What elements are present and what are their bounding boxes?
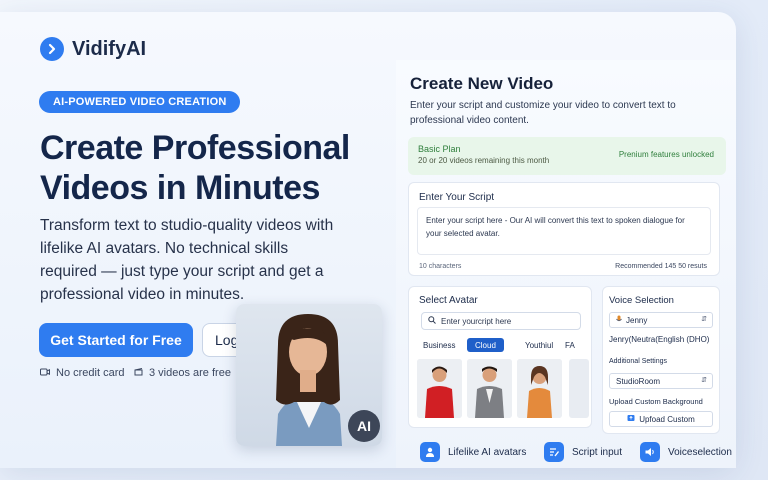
- recommended-length: Recommended 145 50 resuts: [615, 263, 707, 270]
- panel-title: Create New Video: [410, 74, 554, 93]
- script-label: Enter Your Script: [419, 192, 495, 203]
- voice-label: Voice Selection: [609, 295, 674, 306]
- avatar-selection: Select Avatar Enter yourcript here Busin…: [408, 286, 592, 428]
- ai-badge: AI: [348, 410, 380, 442]
- upload-label: Upload Custom Background: [609, 397, 703, 406]
- voice-dropdown[interactable]: Jenny ⇵: [609, 312, 713, 328]
- brand-name: VidifyAI: [72, 37, 147, 60]
- perk-label: 3 videos are free: [149, 367, 231, 379]
- feature-label: Lifelike AI avatars: [448, 446, 527, 458]
- search-icon: [428, 316, 436, 326]
- tab-youthful[interactable]: Youthiul: [525, 338, 553, 352]
- tab-more[interactable]: FA: [565, 338, 575, 352]
- perk-label: No credit card: [56, 367, 125, 379]
- character-count: 10 characters: [419, 263, 462, 270]
- hero-description: Transform text to studio-quality videos …: [40, 217, 334, 303]
- plan-banner: Basic Plan 20 or 20 videos remaining thi…: [408, 137, 726, 175]
- script-textarea[interactable]: Enter your script here - Our AI will con…: [417, 207, 711, 255]
- tab-cloud[interactable]: Cloud: [467, 338, 504, 352]
- avatar-label: Select Avatar: [419, 295, 478, 306]
- feature-label: Voiceselection: [668, 446, 732, 458]
- avatar-thumbnail[interactable]: [569, 359, 589, 418]
- upload-button[interactable]: Upfoad Custom: [609, 411, 713, 427]
- play-chevron-icon: [40, 37, 64, 61]
- avatar-thumbnail[interactable]: [467, 359, 512, 418]
- person-icon: [420, 442, 440, 462]
- perk-no-credit-card: No credit card: [40, 367, 124, 379]
- plan-name: Basic Plan: [418, 144, 461, 154]
- settings-label: Additional Settings: [609, 358, 667, 365]
- background-dropdown[interactable]: StudioRoom ⇵: [609, 373, 713, 389]
- speaker-icon: [640, 442, 660, 462]
- avatar-thumbnail[interactable]: [417, 359, 462, 418]
- feature-avatars: Lifelike AI avatars: [420, 442, 526, 462]
- perk-free-videos: 3 videos are free: [134, 367, 231, 379]
- premium-status: Prenium features unlocked: [618, 150, 714, 159]
- avatar-thumbnail[interactable]: [517, 359, 562, 418]
- voice-description: Jenry(Neutra(English (DHO): [609, 335, 710, 344]
- background-selected: StudioRoom: [616, 376, 661, 386]
- feature-script: Script input: [544, 442, 622, 462]
- panel-subtitle: Enter your script and customize your vid…: [410, 100, 676, 126]
- voice-selection: Voice Selection Jenny ⇵ Jenry(Neutra(Eng…: [602, 286, 720, 434]
- upload-icon: [627, 414, 635, 424]
- get-started-button[interactable]: Get Started for Free: [39, 323, 193, 357]
- voice-selected: Jenny: [626, 315, 648, 325]
- feature-voice: Voiceselection: [640, 442, 732, 462]
- create-video-panel: Create New Video Enter your script and c…: [396, 60, 736, 468]
- upload-button-label: Upfoad Custom: [639, 414, 695, 424]
- feature-label: Script input: [572, 446, 623, 458]
- chevron-updown-icon: ⇵: [701, 377, 707, 384]
- text-icon: [544, 442, 564, 462]
- camera-icon: [40, 367, 50, 379]
- brand-logo[interactable]: VidifyAI: [40, 37, 146, 61]
- chevron-updown-icon: ⇵: [701, 316, 707, 323]
- tab-business[interactable]: Business: [423, 338, 455, 352]
- hero-title: Create Professional Videos in Minutes: [40, 129, 350, 207]
- mic-icon: [616, 315, 622, 325]
- hero-badge: AI-POWERED VIDEO CREATION: [39, 91, 241, 113]
- avatar-search-input[interactable]: Enter yourcript here: [421, 312, 581, 330]
- search-placeholder: Enter yourcript here: [441, 316, 512, 326]
- script-section: Enter Your Script Enter your script here…: [408, 182, 720, 276]
- clapper-icon: [134, 367, 143, 379]
- plan-remaining: 20 or 20 videos remaining this month: [418, 156, 550, 165]
